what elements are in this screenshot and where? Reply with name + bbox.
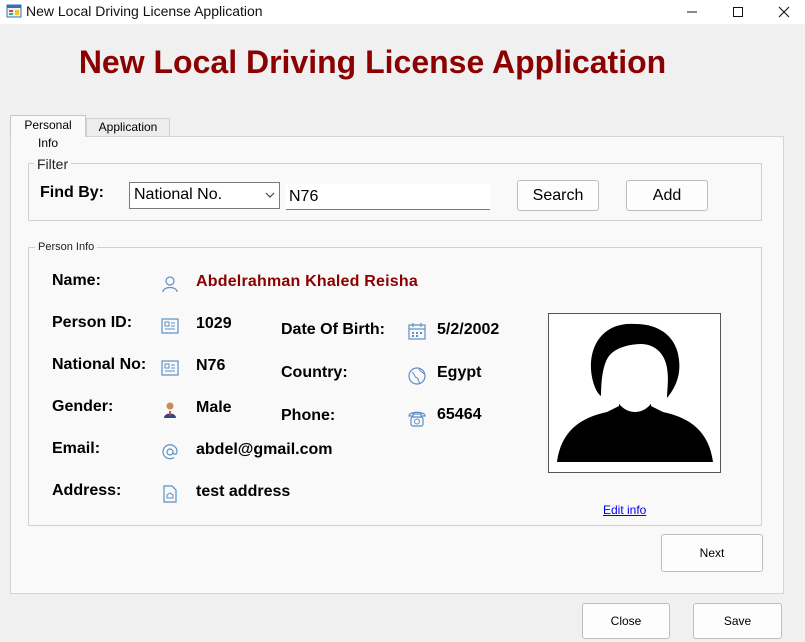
person-photo [548,313,721,473]
national-no-value: N76 [196,357,226,374]
id-card-icon [161,360,179,376]
person-id-value: 1029 [196,315,232,332]
calendar-icon [408,323,426,340]
filter-legend: Filter [34,156,72,172]
app-form-icon [6,4,22,18]
gender-label: Gender: [52,398,114,415]
country-label: Country: [281,364,348,381]
date-of-birth-label: Date Of Birth: [281,321,385,338]
add-person-button[interactable]: Add [626,180,708,211]
minimize-button[interactable] [669,0,715,24]
search-input[interactable] [286,184,490,210]
maximize-button[interactable] [715,0,761,24]
email-value: abdel@gmail.com [196,441,333,458]
search-button[interactable]: Search [517,180,599,211]
address-label: Address: [52,482,122,499]
male-person-icon [164,402,176,418]
gender-value: Male [196,399,232,416]
user-icon [162,276,178,293]
date-of-birth-value: 5/2/2002 [437,321,500,338]
maximize-icon [733,7,743,17]
next-button[interactable]: Next [661,534,763,572]
name-value: Abdelrahman Khaled Reisha [196,273,418,290]
close-icon [778,6,790,18]
id-card-icon [161,318,179,334]
phone-label: Phone: [281,407,336,424]
person-info-legend: Person Info [35,241,98,253]
find-by-select[interactable]: National No. [129,182,280,209]
window-title: New Local Driving License Application [26,3,263,19]
window-titlebar: New Local Driving License Application [0,0,805,24]
tab-application-info[interactable]: Application Info [86,118,170,150]
address-document-icon [163,485,177,503]
minimize-icon [687,11,697,13]
close-window-button[interactable] [761,0,805,24]
chevron-down-icon [265,192,275,198]
email-label: Email: [52,440,101,457]
person-id-label: Person ID: [52,314,133,331]
phone-value: 65464 [437,406,482,423]
find-by-selected-value: National No. [134,186,223,203]
national-no-label: National No: [52,356,147,373]
globe-icon [408,367,426,385]
country-value: Egypt [437,364,482,381]
person-silhouette-icon [557,323,713,462]
edit-info-link[interactable]: Edit info [603,503,646,517]
save-button[interactable]: Save [693,603,782,639]
telephone-icon [408,411,426,427]
name-label: Name: [52,272,101,289]
at-sign-icon [162,444,178,460]
close-button[interactable]: Close [582,603,670,639]
tab-personal-info[interactable]: Personal Info [10,115,86,150]
find-by-label: Find By: [40,184,104,201]
page-title: New Local Driving License Application [78,44,667,80]
address-value: test address [196,483,291,500]
